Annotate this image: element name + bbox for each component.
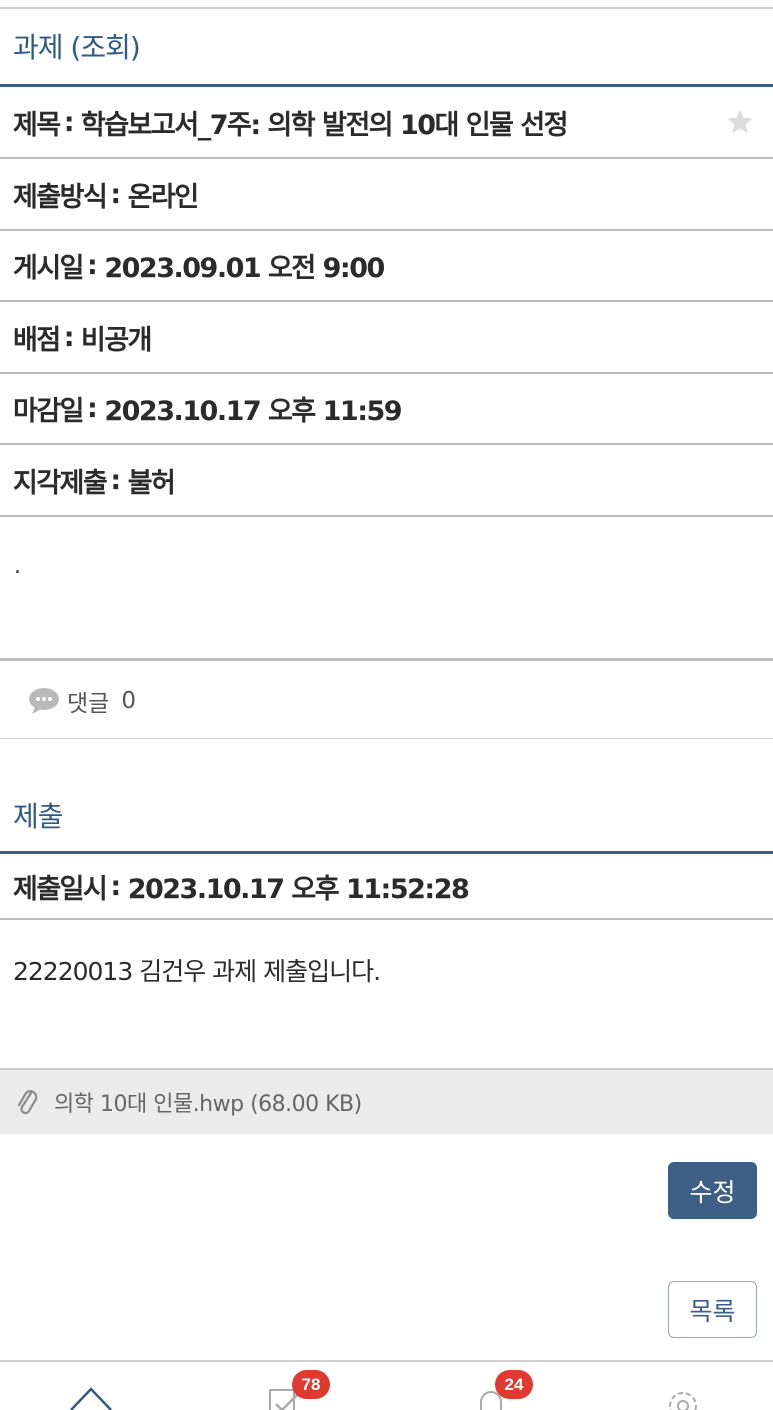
nav-item-tasks[interactable]: 78 (240, 1362, 340, 1410)
info-label-submitted-at: 제출일시 (13, 873, 108, 905)
info-separator: : (63, 106, 75, 138)
info-value-score: 비공개 (81, 324, 153, 356)
info-row-post-date: 게시일 : 2023.09.01 오전 9:00 (0, 230, 773, 302)
info-label-post-date: 게시일 (13, 252, 85, 284)
info-label-late-submit: 지각제출 (13, 467, 108, 499)
info-separator: : (110, 464, 121, 496)
info-label-deadline: 마감일 (13, 395, 85, 427)
edit-button[interactable]: 수정 (668, 1162, 757, 1219)
home-icon (70, 1387, 112, 1410)
attachment-filename: 의학 10대 인물.hwp (68.00 KB) (54, 1092, 362, 1117)
info-value-submit-method: 온라인 (127, 181, 200, 213)
assignment-body: . (0, 518, 773, 661)
nav-item-home[interactable] (40, 1362, 140, 1410)
star-icon[interactable] (725, 107, 755, 137)
comments-count: 0 (121, 687, 136, 714)
assignment-body-text: . (14, 554, 21, 579)
info-row-score: 배점 : 비공개 (0, 302, 773, 374)
notifications-badge: 24 (495, 1370, 533, 1399)
comments-label: 댓글 (67, 690, 110, 717)
attachment-link[interactable]: 의학 10대 인물.hwp (68.00 KB) (0, 1068, 773, 1134)
info-separator: : (110, 870, 121, 902)
info-value-post-date: 2023.09.01 오전 9:00 (104, 252, 385, 284)
info-value-title: 학습보고서_7주: 의학 발전의 10대 인물 선정 (81, 109, 569, 141)
info-row-submitted-at: 제출일시 : 2023.10.17 오후 11:52:28 (0, 854, 773, 918)
assignment-section-title: 과제 (조회) (13, 31, 141, 64)
top-divider (0, 7, 773, 9)
speech-bubble-icon (29, 687, 59, 714)
info-separator: : (110, 178, 121, 210)
info-separator: : (87, 392, 98, 424)
paperclip-icon (17, 1090, 38, 1115)
list-button[interactable]: 목록 (668, 1281, 757, 1338)
info-row-late-submit: 지각제출 : 불허 (0, 445, 773, 517)
info-label-submit-method: 제출방식 (13, 181, 108, 213)
settings-gear-icon (669, 1392, 697, 1410)
info-value-deadline: 2023.10.17 오후 11:59 (104, 395, 402, 427)
nav-item-notifications[interactable]: 24 (445, 1362, 545, 1410)
comments-link[interactable]: 댓글 0 (0, 663, 773, 739)
info-row-deadline: 마감일 : 2023.10.17 오후 11:59 (0, 373, 773, 445)
tasks-badge: 78 (292, 1370, 330, 1399)
submission-text: 22220013 김건우 과제 제출입니다. (13, 957, 381, 986)
submission-section-title: 제출 (13, 800, 64, 833)
info-label-score: 배점 (13, 324, 61, 356)
info-value-submitted-at: 2023.10.17 오후 11:52:28 (127, 873, 470, 905)
info-separator: : (87, 249, 98, 281)
info-label-title: 제목 (13, 109, 61, 141)
submission-divider (0, 918, 773, 920)
nav-item-settings[interactable] (635, 1362, 735, 1410)
info-separator: : (63, 321, 75, 353)
bottom-nav: 78 24 (0, 1360, 773, 1410)
info-row-title: 제목 : 학습보고서_7주: 의학 발전의 10대 인물 선정 (0, 87, 773, 159)
info-value-late-submit: 불허 (127, 467, 176, 499)
info-row-submit-method: 제출방식 : 온라인 (0, 159, 773, 231)
